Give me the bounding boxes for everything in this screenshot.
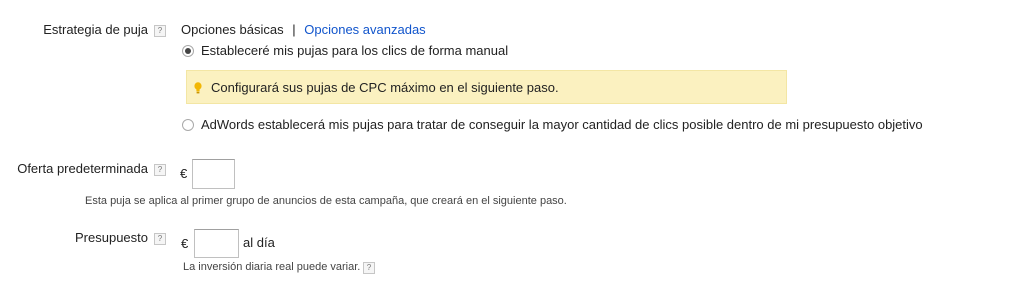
options-separator: | bbox=[292, 22, 296, 37]
lightbulb-icon bbox=[194, 82, 202, 94]
budget-hint: La inversión diaria real puede variar. bbox=[183, 261, 361, 273]
options-basic-tab[interactable]: Opciones básicas bbox=[181, 22, 284, 37]
bid-strategy-help-icon[interactable]: ? bbox=[154, 25, 166, 37]
budget-currency: € bbox=[181, 236, 189, 251]
bid-strategy-label: Estrategia de puja bbox=[43, 22, 148, 37]
budget-hint-help-icon[interactable]: ? bbox=[363, 262, 375, 274]
manual-bidding-label[interactable]: Estableceré mis pujas para los clics de … bbox=[201, 43, 508, 58]
auto-bidding-label[interactable]: AdWords establecerá mis pujas para trata… bbox=[201, 117, 923, 132]
cpc-notice-text: Configurará sus pujas de CPC máximo en e… bbox=[211, 80, 559, 95]
budget-input[interactable] bbox=[194, 229, 239, 258]
auto-bidding-radio[interactable] bbox=[182, 119, 194, 131]
cpc-notice: Configurará sus pujas de CPC máximo en e… bbox=[186, 70, 787, 104]
manual-bidding-radio[interactable] bbox=[182, 45, 194, 57]
budget-label: Presupuesto bbox=[75, 230, 148, 245]
budget-help-icon[interactable]: ? bbox=[154, 233, 166, 245]
options-advanced-link[interactable]: Opciones avanzadas bbox=[304, 22, 425, 37]
default-bid-input[interactable] bbox=[192, 159, 235, 189]
default-bid-currency: € bbox=[180, 166, 188, 181]
options-toggle: Opciones básicas | Opciones avanzadas bbox=[181, 22, 426, 37]
default-bid-help-icon[interactable]: ? bbox=[154, 164, 166, 176]
default-bid-hint: Esta puja se aplica al primer grupo de a… bbox=[85, 195, 567, 207]
budget-suffix: al día bbox=[243, 235, 275, 250]
default-bid-label: Oferta predeterminada bbox=[17, 161, 148, 176]
